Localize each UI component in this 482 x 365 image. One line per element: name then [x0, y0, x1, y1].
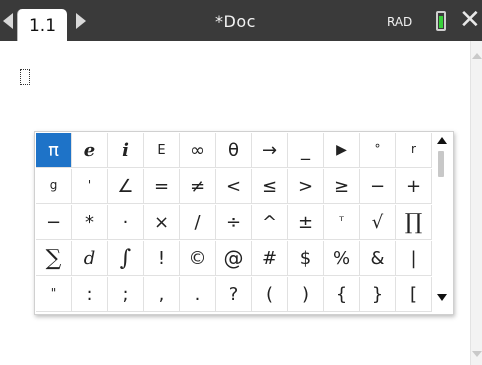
symbol-cell[interactable]: @	[216, 241, 252, 276]
symbol-cell[interactable]: g	[36, 169, 72, 204]
symbol-cell[interactable]: $	[288, 241, 324, 276]
scroll-up-icon[interactable]	[437, 137, 447, 144]
symbol-cell[interactable]: /	[180, 205, 216, 240]
symbol-cell[interactable]: ·	[108, 205, 144, 240]
symbol-cell[interactable]: ,	[144, 277, 180, 312]
symbol-cell[interactable]: ▶	[324, 133, 360, 168]
symbol-cell[interactable]: ≥	[324, 169, 360, 204]
symbol-cell[interactable]: ?	[216, 277, 252, 312]
symbol-cell[interactable]: ;	[108, 277, 144, 312]
caret-right-icon[interactable]	[76, 13, 86, 29]
symbol-cell[interactable]: ÷	[216, 205, 252, 240]
angle-mode-indicator: RAD	[387, 15, 413, 29]
symbol-cell[interactable]: <	[216, 169, 252, 204]
symbol-cell[interactable]: π	[36, 133, 72, 168]
tab-page[interactable]: 1.1	[17, 9, 67, 41]
symbol-palette: π e i E ∞ θ → _ ▶ ° r g ' ∠ = ≠ < ≤ > ≥ …	[34, 131, 454, 315]
symbol-cell[interactable]: %	[324, 241, 360, 276]
math-input-box[interactable]	[20, 69, 30, 85]
symbol-cell[interactable]: −	[36, 205, 72, 240]
symbol-cell[interactable]: "	[36, 277, 72, 312]
symbol-grid: π e i E ∞ θ → _ ▶ ° r g ' ∠ = ≠ < ≤ > ≥ …	[36, 133, 432, 313]
symbol-cell[interactable]: '	[72, 169, 108, 204]
symbol-cell[interactable]: ∫	[108, 241, 144, 276]
symbol-cell[interactable]: )	[288, 277, 324, 312]
document-scrollbar[interactable]	[470, 41, 482, 365]
symbol-cell[interactable]: →	[252, 133, 288, 168]
battery-level	[439, 16, 443, 28]
close-icon[interactable]: ✕	[459, 7, 481, 33]
symbol-cell[interactable]: −	[360, 169, 396, 204]
scroll-thumb[interactable]	[438, 151, 444, 177]
symbol-cell[interactable]: }	[360, 277, 396, 312]
symbol-cell[interactable]: ∏	[396, 205, 432, 240]
scroll-down-icon[interactable]	[437, 294, 447, 301]
symbol-cell[interactable]: E	[144, 133, 180, 168]
symbol-cell[interactable]: ±	[288, 205, 324, 240]
symbol-cell[interactable]: °	[360, 133, 396, 168]
symbol-cell[interactable]: {	[324, 277, 360, 312]
symbol-cell[interactable]: e	[72, 133, 108, 168]
symbol-cell[interactable]: (	[252, 277, 288, 312]
symbol-cell[interactable]: [	[396, 277, 432, 312]
battery-icon	[436, 11, 446, 31]
symbol-cell[interactable]: ©	[180, 241, 216, 276]
symbol-cell[interactable]: .	[180, 277, 216, 312]
symbol-cell[interactable]: >	[288, 169, 324, 204]
scroll-up-icon[interactable]	[472, 53, 482, 59]
symbol-cell[interactable]: _	[288, 133, 324, 168]
symbol-cell[interactable]: √	[360, 205, 396, 240]
symbol-cell[interactable]: +	[396, 169, 432, 204]
symbol-cell[interactable]: ≤	[252, 169, 288, 204]
symbol-cell[interactable]: *	[72, 205, 108, 240]
symbol-cell[interactable]: d	[72, 241, 108, 276]
symbol-cell[interactable]: ∞	[180, 133, 216, 168]
palette-scrollbar[interactable]	[433, 133, 451, 313]
symbol-cell[interactable]: θ	[216, 133, 252, 168]
symbol-cell[interactable]: i	[108, 133, 144, 168]
symbol-cell[interactable]: ≠	[180, 169, 216, 204]
symbol-cell[interactable]: #	[252, 241, 288, 276]
scroll-down-icon[interactable]	[472, 351, 482, 357]
symbol-cell[interactable]: !	[144, 241, 180, 276]
symbol-cell[interactable]: |	[396, 241, 432, 276]
symbol-cell[interactable]: ∑	[36, 241, 72, 276]
symbol-cell[interactable]: ^	[252, 205, 288, 240]
caret-left-icon[interactable]	[3, 13, 13, 29]
symbol-cell[interactable]: =	[144, 169, 180, 204]
symbol-cell[interactable]: r	[396, 133, 432, 168]
symbol-cell[interactable]: ×	[144, 205, 180, 240]
symbol-cell[interactable]: &	[360, 241, 396, 276]
symbol-cell[interactable]: ∠	[108, 169, 144, 204]
title-bar: 1.1 *Doc RAD ✕	[0, 0, 482, 41]
symbol-cell[interactable]: ᵀ	[324, 205, 360, 240]
symbol-cell[interactable]: :	[72, 277, 108, 312]
document-title: *Doc	[215, 12, 256, 31]
